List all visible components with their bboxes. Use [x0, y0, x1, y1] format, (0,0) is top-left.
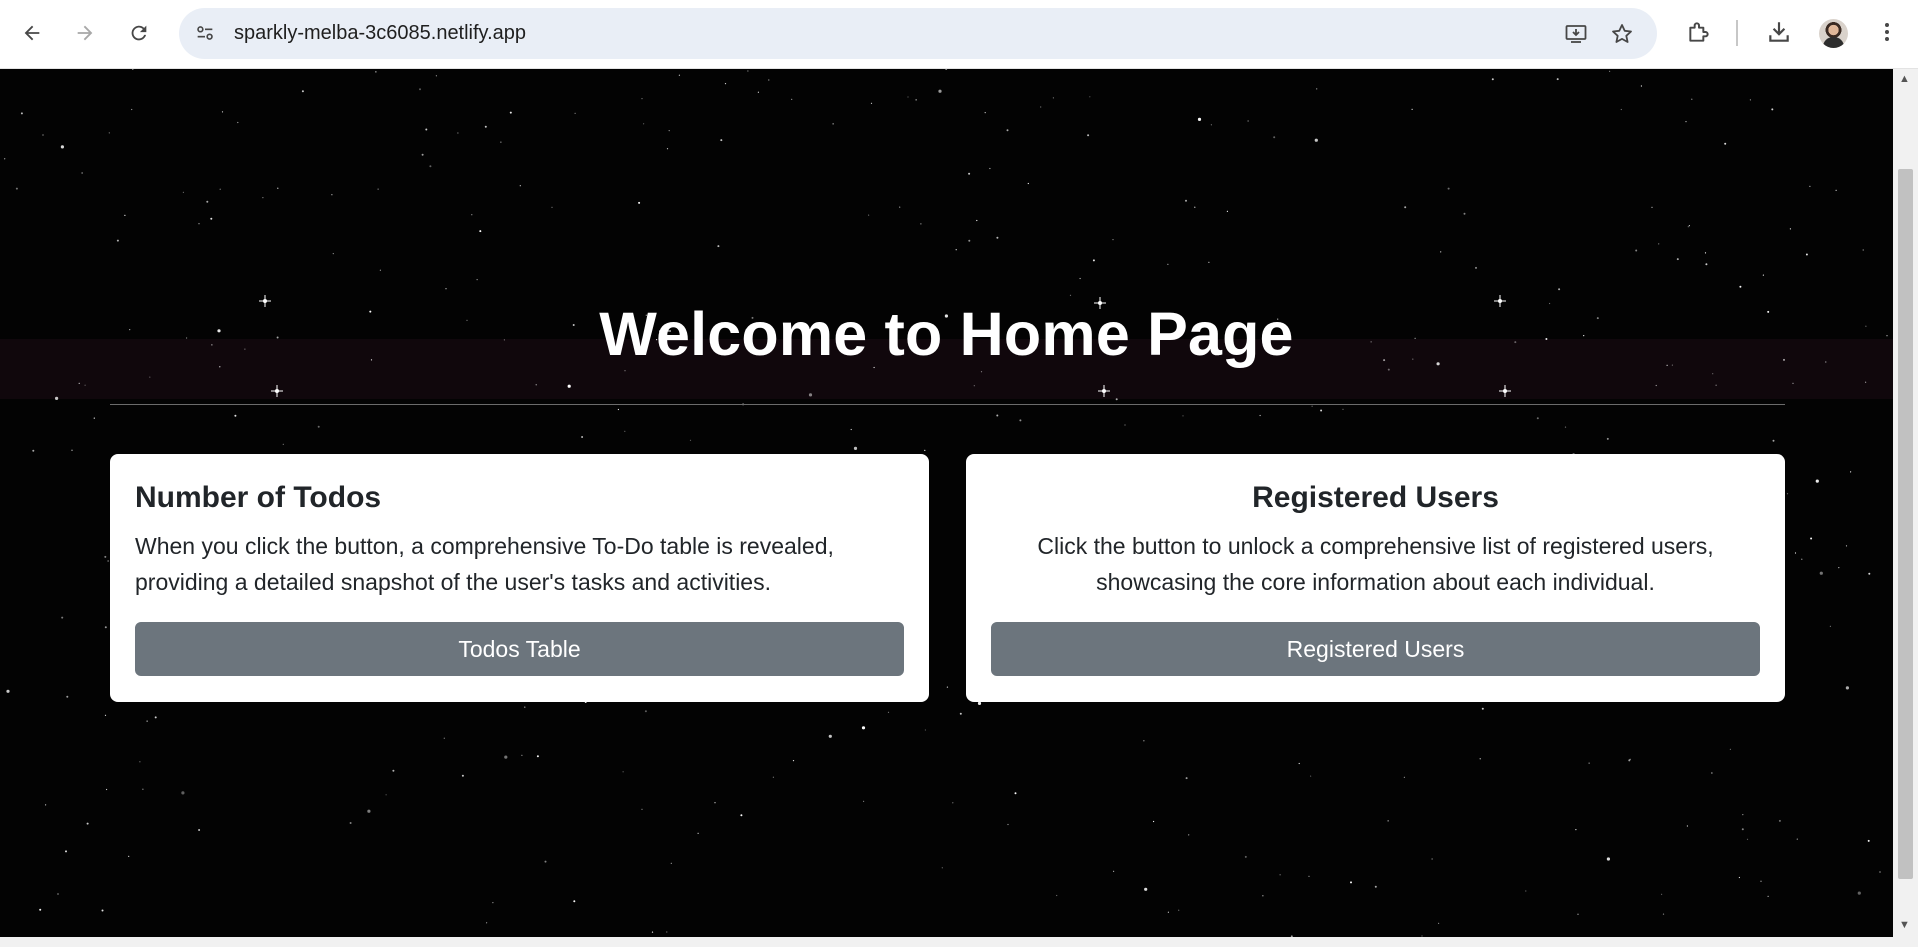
address-bar[interactable]: sparkly-melba-3c6085.netlify.app	[179, 8, 1657, 59]
page-scrollbar[interactable]: ▲ ▼	[1893, 69, 1918, 937]
url-text[interactable]: sparkly-melba-3c6085.netlify.app	[234, 8, 526, 59]
page-title: Welcome to Home Page	[599, 300, 1294, 368]
browser-toolbar: sparkly-melba-3c6085.netlify.app	[0, 0, 1918, 69]
extensions-icon[interactable]	[1684, 17, 1714, 47]
todos-card: Number of Todos When you click the butto…	[110, 454, 929, 702]
scroll-down-icon[interactable]: ▼	[1899, 919, 1910, 931]
users-card: Registered Users Click the button to unl…	[966, 454, 1785, 702]
profile-avatar[interactable]	[1819, 19, 1848, 48]
scrollbar-thumb[interactable]	[1898, 169, 1913, 879]
todos-table-button[interactable]: Todos Table	[135, 622, 904, 676]
star-icon[interactable]	[1609, 21, 1635, 47]
forward-arrow-icon[interactable]	[66, 14, 104, 52]
back-arrow-icon[interactable]	[13, 14, 51, 52]
install-app-icon[interactable]	[1563, 21, 1589, 47]
site-settings-icon[interactable]	[193, 21, 217, 45]
window-bottom-edge	[0, 937, 1918, 947]
download-icon[interactable]	[1764, 17, 1794, 47]
kebab-menu-icon[interactable]	[1872, 17, 1902, 47]
toolbar-separator	[1736, 20, 1738, 46]
title-divider	[110, 404, 1785, 405]
todos-card-text: When you click the button, a comprehensi…	[135, 533, 834, 595]
page-viewport: Welcome to Home Page Number of Todos Whe…	[0, 69, 1893, 937]
users-card-heading: Registered Users	[1252, 481, 1499, 514]
registered-users-button[interactable]: Registered Users	[991, 622, 1760, 676]
users-card-text: Click the button to unlock a comprehensi…	[1037, 533, 1714, 595]
scroll-up-icon[interactable]: ▲	[1899, 73, 1910, 85]
todos-card-heading: Number of Todos	[135, 481, 382, 514]
reload-icon[interactable]	[120, 14, 158, 52]
